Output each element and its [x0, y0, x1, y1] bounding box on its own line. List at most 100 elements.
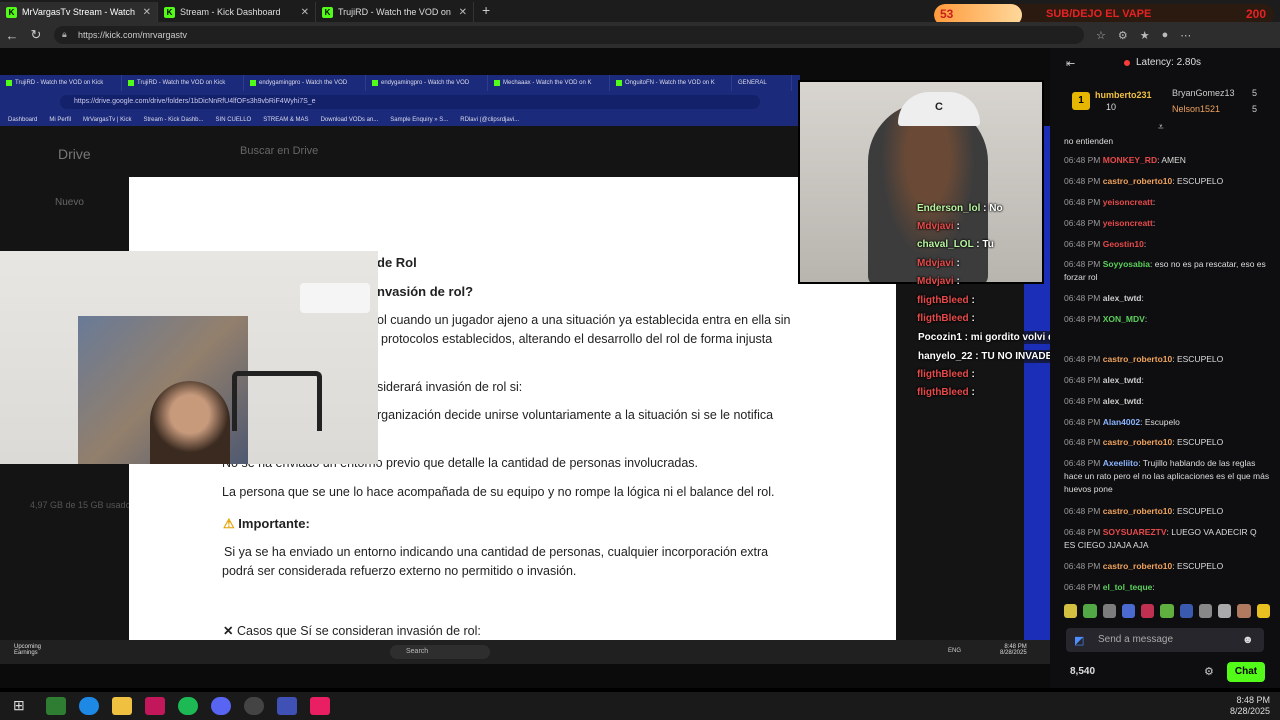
terminal-icon[interactable] — [46, 697, 66, 715]
inner-clock: 8:48 PM 8/28/2025 — [1000, 644, 1027, 656]
chat-user[interactable]: yeisoncreatt — [1103, 197, 1153, 207]
streamer-person — [868, 102, 988, 282]
chat-message: no entienden — [1064, 136, 1114, 146]
discord-icon[interactable] — [211, 697, 231, 715]
refresh-icon[interactable]: ↻ — [24, 27, 48, 43]
chat-button[interactable]: Chat — [1227, 662, 1265, 682]
chat-time: 06:48 PM — [1064, 561, 1101, 571]
spotify-icon[interactable] — [178, 697, 198, 715]
close-icon[interactable]: ✕ — [143, 7, 151, 18]
chat-user[interactable]: alex_twtd — [1103, 396, 1142, 406]
overlay-chat-line: Enderson_lol : No — [917, 203, 1003, 214]
chat-message: 06:48 PM MONKEY_RD: AMEN — [1064, 155, 1186, 165]
emote-icon[interactable] — [1179, 604, 1193, 618]
emote-icon[interactable] — [1160, 604, 1174, 618]
chat-user[interactable]: alex_twtd — [1103, 293, 1142, 303]
edge-icon[interactable] — [79, 697, 99, 715]
favorites-icon[interactable]: ★ — [1140, 29, 1150, 42]
drive-search: Buscar en Drive — [240, 145, 319, 157]
close-icon[interactable]: ✕ — [301, 7, 309, 18]
drive-new-button: Nuevo — [55, 197, 84, 208]
close-icon[interactable]: ✕ — [459, 7, 467, 18]
overlay-chat-line: Mdvjavi : — [917, 221, 960, 232]
browser-tab-0[interactable]: K MrVargasTv Stream - Watch ✕ — [0, 2, 158, 22]
extensions-icon[interactable]: ⚙ — [1118, 29, 1128, 42]
emote-icon[interactable] — [1256, 604, 1270, 618]
gear-icon[interactable]: ⚙ — [1204, 665, 1214, 678]
leader-name: humberto231 — [1095, 90, 1152, 100]
chat-time: 06:48 PM — [1064, 417, 1101, 427]
chat-user[interactable]: Geostin10 — [1103, 239, 1144, 249]
emote-icon[interactable] — [1083, 604, 1097, 618]
url-field[interactable]: 🔒︎ https://kick.com/mrvargastv — [54, 26, 1084, 44]
windows-start-icon[interactable]: ⊞ — [13, 697, 33, 715]
chat-user[interactable]: Alan4002 — [1103, 417, 1140, 427]
back-icon[interactable]: ← — [0, 28, 24, 43]
send-message-input[interactable]: Send a message — [1066, 628, 1264, 652]
drive-logo: Drive — [58, 146, 91, 162]
chat-message: 06:48 PM castro_roberto10: ESCUPELO — [1064, 437, 1224, 447]
chat-user[interactable]: castro_roberto10 — [1103, 176, 1172, 186]
overlay-chat-line: fligthBleed : — [917, 313, 975, 324]
doc-line: rganización decide unirse voluntariament… — [377, 408, 774, 422]
app-icon[interactable] — [145, 697, 165, 715]
emote-icon[interactable] — [1237, 604, 1251, 618]
collapse-chat-icon[interactable]: ⇤ — [1066, 57, 1075, 70]
browser-tab-2[interactable]: K TrujiRD - Watch the VOD on Kick ✕ — [316, 2, 474, 22]
overlay-chat-line: fligthBleed : — [917, 295, 975, 306]
chat-text: ESCUPELO — [1176, 506, 1224, 516]
chat-user[interactable]: castro_roberto10 — [1103, 561, 1172, 571]
doc-line: de Rol — [377, 255, 417, 270]
folder-icon[interactable] — [112, 697, 132, 715]
obs-icon[interactable] — [244, 697, 264, 715]
app-icon[interactable] — [277, 697, 297, 715]
emote-icon[interactable] — [1141, 604, 1155, 618]
inner-search: Search — [390, 645, 490, 659]
chat-message: 06:48 PM yeisoncreatt: — [1064, 197, 1156, 207]
doc-heading: ⚠ Importante: — [223, 516, 310, 531]
chat-user[interactable]: Soyyosabia — [1103, 259, 1150, 269]
tiktok-icon[interactable] — [310, 697, 330, 715]
profile-icon[interactable]: ● — [1162, 29, 1169, 41]
sub-goal-target: 200 — [1246, 7, 1267, 21]
new-tab-icon[interactable]: + — [482, 2, 490, 22]
inner-tab: TrujiRD - Watch the VOD on Kick — [0, 75, 122, 91]
inner-tab: TrujiRD - Watch the VOD on Kick — [122, 75, 244, 91]
chat-user[interactable]: SOYSUAREZTV — [1103, 527, 1167, 537]
cross-icon: ✕ — [223, 624, 234, 638]
emote-icon[interactable] — [1198, 604, 1213, 618]
doc-line: Si ya se ha enviado un entorno indicando… — [224, 545, 769, 559]
browser-tab-1[interactable]: K Stream - Kick Dashboard ✕ — [158, 2, 316, 22]
star-icon[interactable]: ☆ — [1096, 29, 1106, 42]
chat-user[interactable]: alex_twtd — [1103, 375, 1142, 385]
menu-icon[interactable]: ⋯ — [1180, 29, 1191, 42]
tab-title: Stream - Kick Dashboard — [180, 7, 281, 17]
emote-icon[interactable] — [1218, 604, 1232, 618]
chat-user[interactable]: el_tol_teque — [1103, 582, 1153, 592]
chat-user[interactable]: yeisoncreatt — [1103, 218, 1153, 228]
warning-icon: ⚠ — [223, 516, 235, 531]
guest-webcam — [0, 251, 378, 464]
chat-user[interactable]: castro_roberto10 — [1103, 506, 1172, 516]
chat-time: 06:48 PM — [1064, 458, 1101, 468]
emote-icon[interactable] — [1121, 604, 1136, 618]
emote-icon[interactable] — [1064, 604, 1078, 618]
pin-icon[interactable]: ⩡ — [1158, 122, 1164, 133]
chat-time: 06:48 PM — [1064, 176, 1101, 186]
chat-user[interactable]: Axeeliito — [1103, 458, 1138, 468]
drive-storage: 4,97 GB de 15 GB usados — [30, 500, 136, 510]
chat-time: 06:48 PM — [1064, 155, 1101, 165]
overlay-chat-line: Mdvjavi : — [917, 258, 960, 269]
chat-message: 06:48 PM SOYSUAREZTV: LUEGO VA ADECIR Q … — [1064, 527, 1257, 550]
chat-user[interactable]: castro_roberto10 — [1103, 437, 1172, 447]
chat-user[interactable]: MONKEY_RD — [1103, 155, 1157, 165]
emote-icon[interactable] — [1102, 604, 1116, 618]
kick-chat-icon: ◩ — [1074, 635, 1085, 647]
emoji-icon[interactable]: ☻ — [1242, 634, 1254, 646]
chat-message: 06:48 PM Geostin10: — [1064, 239, 1147, 249]
chat-user[interactable]: XON_MDV — [1103, 314, 1145, 324]
chat-user[interactable]: castro_roberto10 — [1103, 354, 1172, 364]
chat-time: 06:48 PM — [1064, 218, 1101, 228]
chat-message: 06:48 PM castro_roberto10: ESCUPELO — [1064, 561, 1224, 571]
inner-address-bar: https://drive.google.com/drive/folders/1… — [0, 91, 800, 113]
